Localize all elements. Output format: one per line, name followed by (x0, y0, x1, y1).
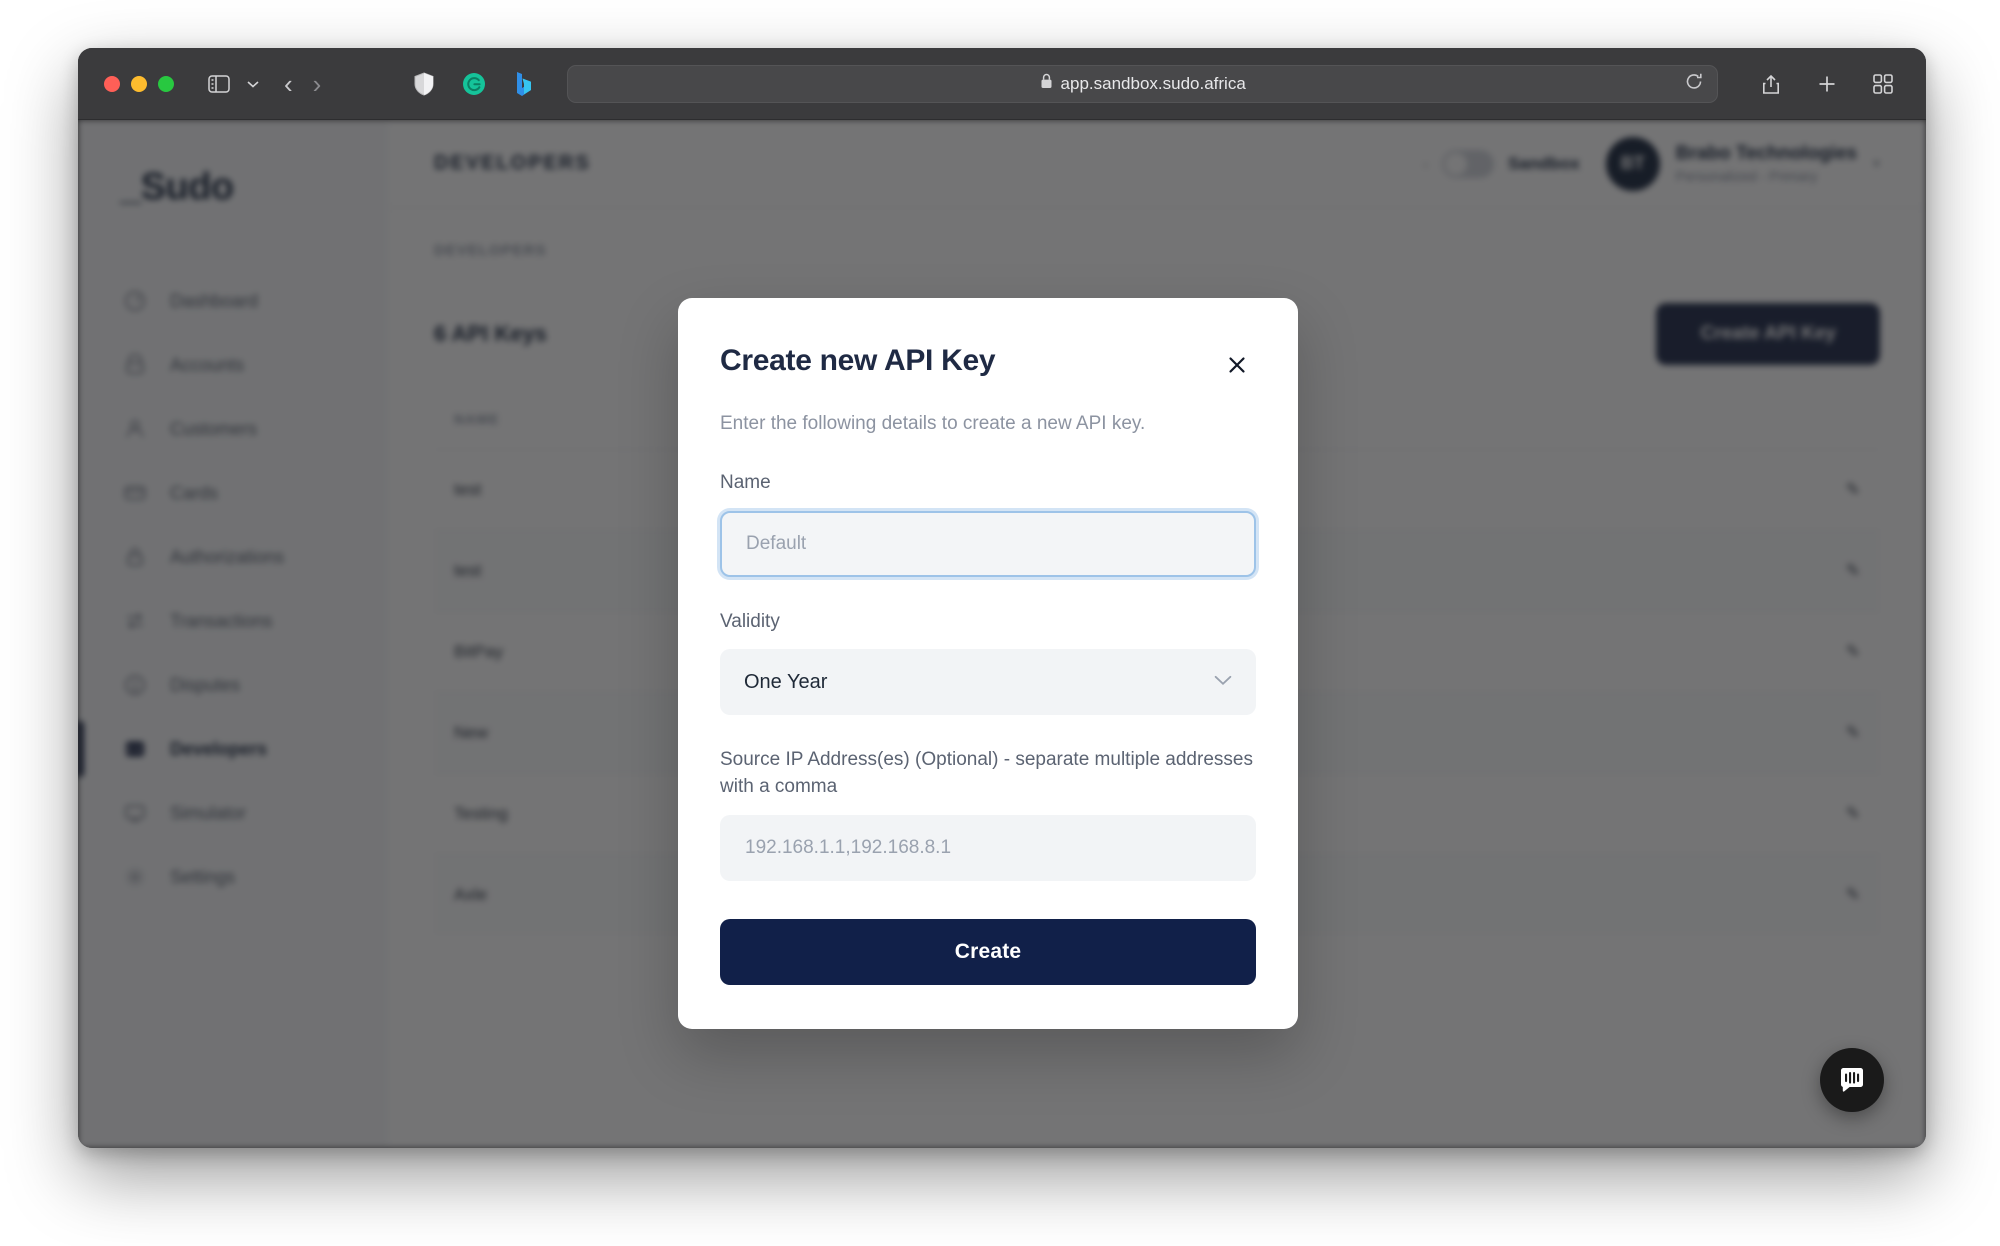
source-ip-field-group: Source IP Address(es) (Optional) - separ… (720, 747, 1256, 882)
modal-subtitle: Enter the following details to create a … (720, 413, 1146, 434)
address-bar-content: app.sandbox.sudo.africa (1040, 73, 1246, 94)
browser-toolbar: ‹ › app.sandbox.sudo.africa (78, 48, 1926, 120)
close-window-button[interactable] (104, 75, 120, 92)
name-input[interactable] (720, 510, 1256, 577)
window-traffic-lights (104, 75, 174, 92)
modal-title: Create new API Key (720, 344, 996, 377)
chevron-down-icon[interactable] (1214, 673, 1232, 691)
navigation-arrows: ‹ › (284, 71, 321, 97)
share-icon[interactable] (1754, 67, 1788, 101)
close-icon[interactable] (1218, 346, 1256, 384)
source-ip-input[interactable] (720, 815, 1256, 882)
name-label: Name (720, 471, 771, 493)
bing-copilot-extension-icon[interactable] (507, 67, 541, 101)
source-ip-label: Source IP Address(es) (Optional) - separ… (720, 749, 1253, 798)
grammarly-extension-icon[interactable] (457, 67, 491, 101)
sidebar-dropdown-icon[interactable] (236, 67, 270, 101)
validity-label: Validity (720, 610, 780, 632)
name-field-group: Name (720, 470, 1256, 577)
extension-icons (407, 67, 541, 101)
minimize-window-button[interactable] (131, 75, 147, 92)
address-bar-url: app.sandbox.sudo.africa (1060, 73, 1246, 93)
sidebar-toggle-icon[interactable] (202, 67, 236, 101)
validity-select[interactable]: One Year (720, 649, 1256, 716)
safari-browser-window: ‹ › app.sandbox.sudo.africa Create new A… (78, 48, 1926, 1148)
back-chevron-icon[interactable]: ‹ (284, 71, 293, 97)
shield-privacy-icon[interactable] (407, 67, 441, 101)
modal-layer: Create new API Key Enter the following d… (78, 120, 1926, 1148)
desktop-background: ‹ › app.sandbox.sudo.africa Create new A… (0, 0, 2000, 1246)
forward-chevron-icon[interactable]: › (313, 71, 322, 97)
modal-header: Create new API Key (720, 344, 1256, 384)
intercom-chat-icon[interactable] (1820, 1048, 1884, 1112)
page-viewport: _Sudo Dashboard (78, 120, 1926, 1148)
validity-field-group: Validity One Year (720, 609, 1256, 716)
maximize-window-button[interactable] (158, 75, 174, 92)
tab-grid-icon[interactable] (1866, 67, 1900, 101)
reload-icon[interactable] (1685, 72, 1703, 95)
address-bar[interactable]: app.sandbox.sudo.africa (567, 64, 1718, 103)
validity-select-wrap: One Year (720, 649, 1256, 716)
validity-selected-value: One Year (744, 670, 828, 693)
toolbar-right-actions (1744, 67, 1900, 101)
create-api-key-modal: Create new API Key Enter the following d… (678, 298, 1298, 1030)
create-button[interactable]: Create (720, 919, 1256, 986)
plus-new-tab-icon[interactable] (1810, 67, 1844, 101)
lock-icon (1040, 73, 1053, 94)
